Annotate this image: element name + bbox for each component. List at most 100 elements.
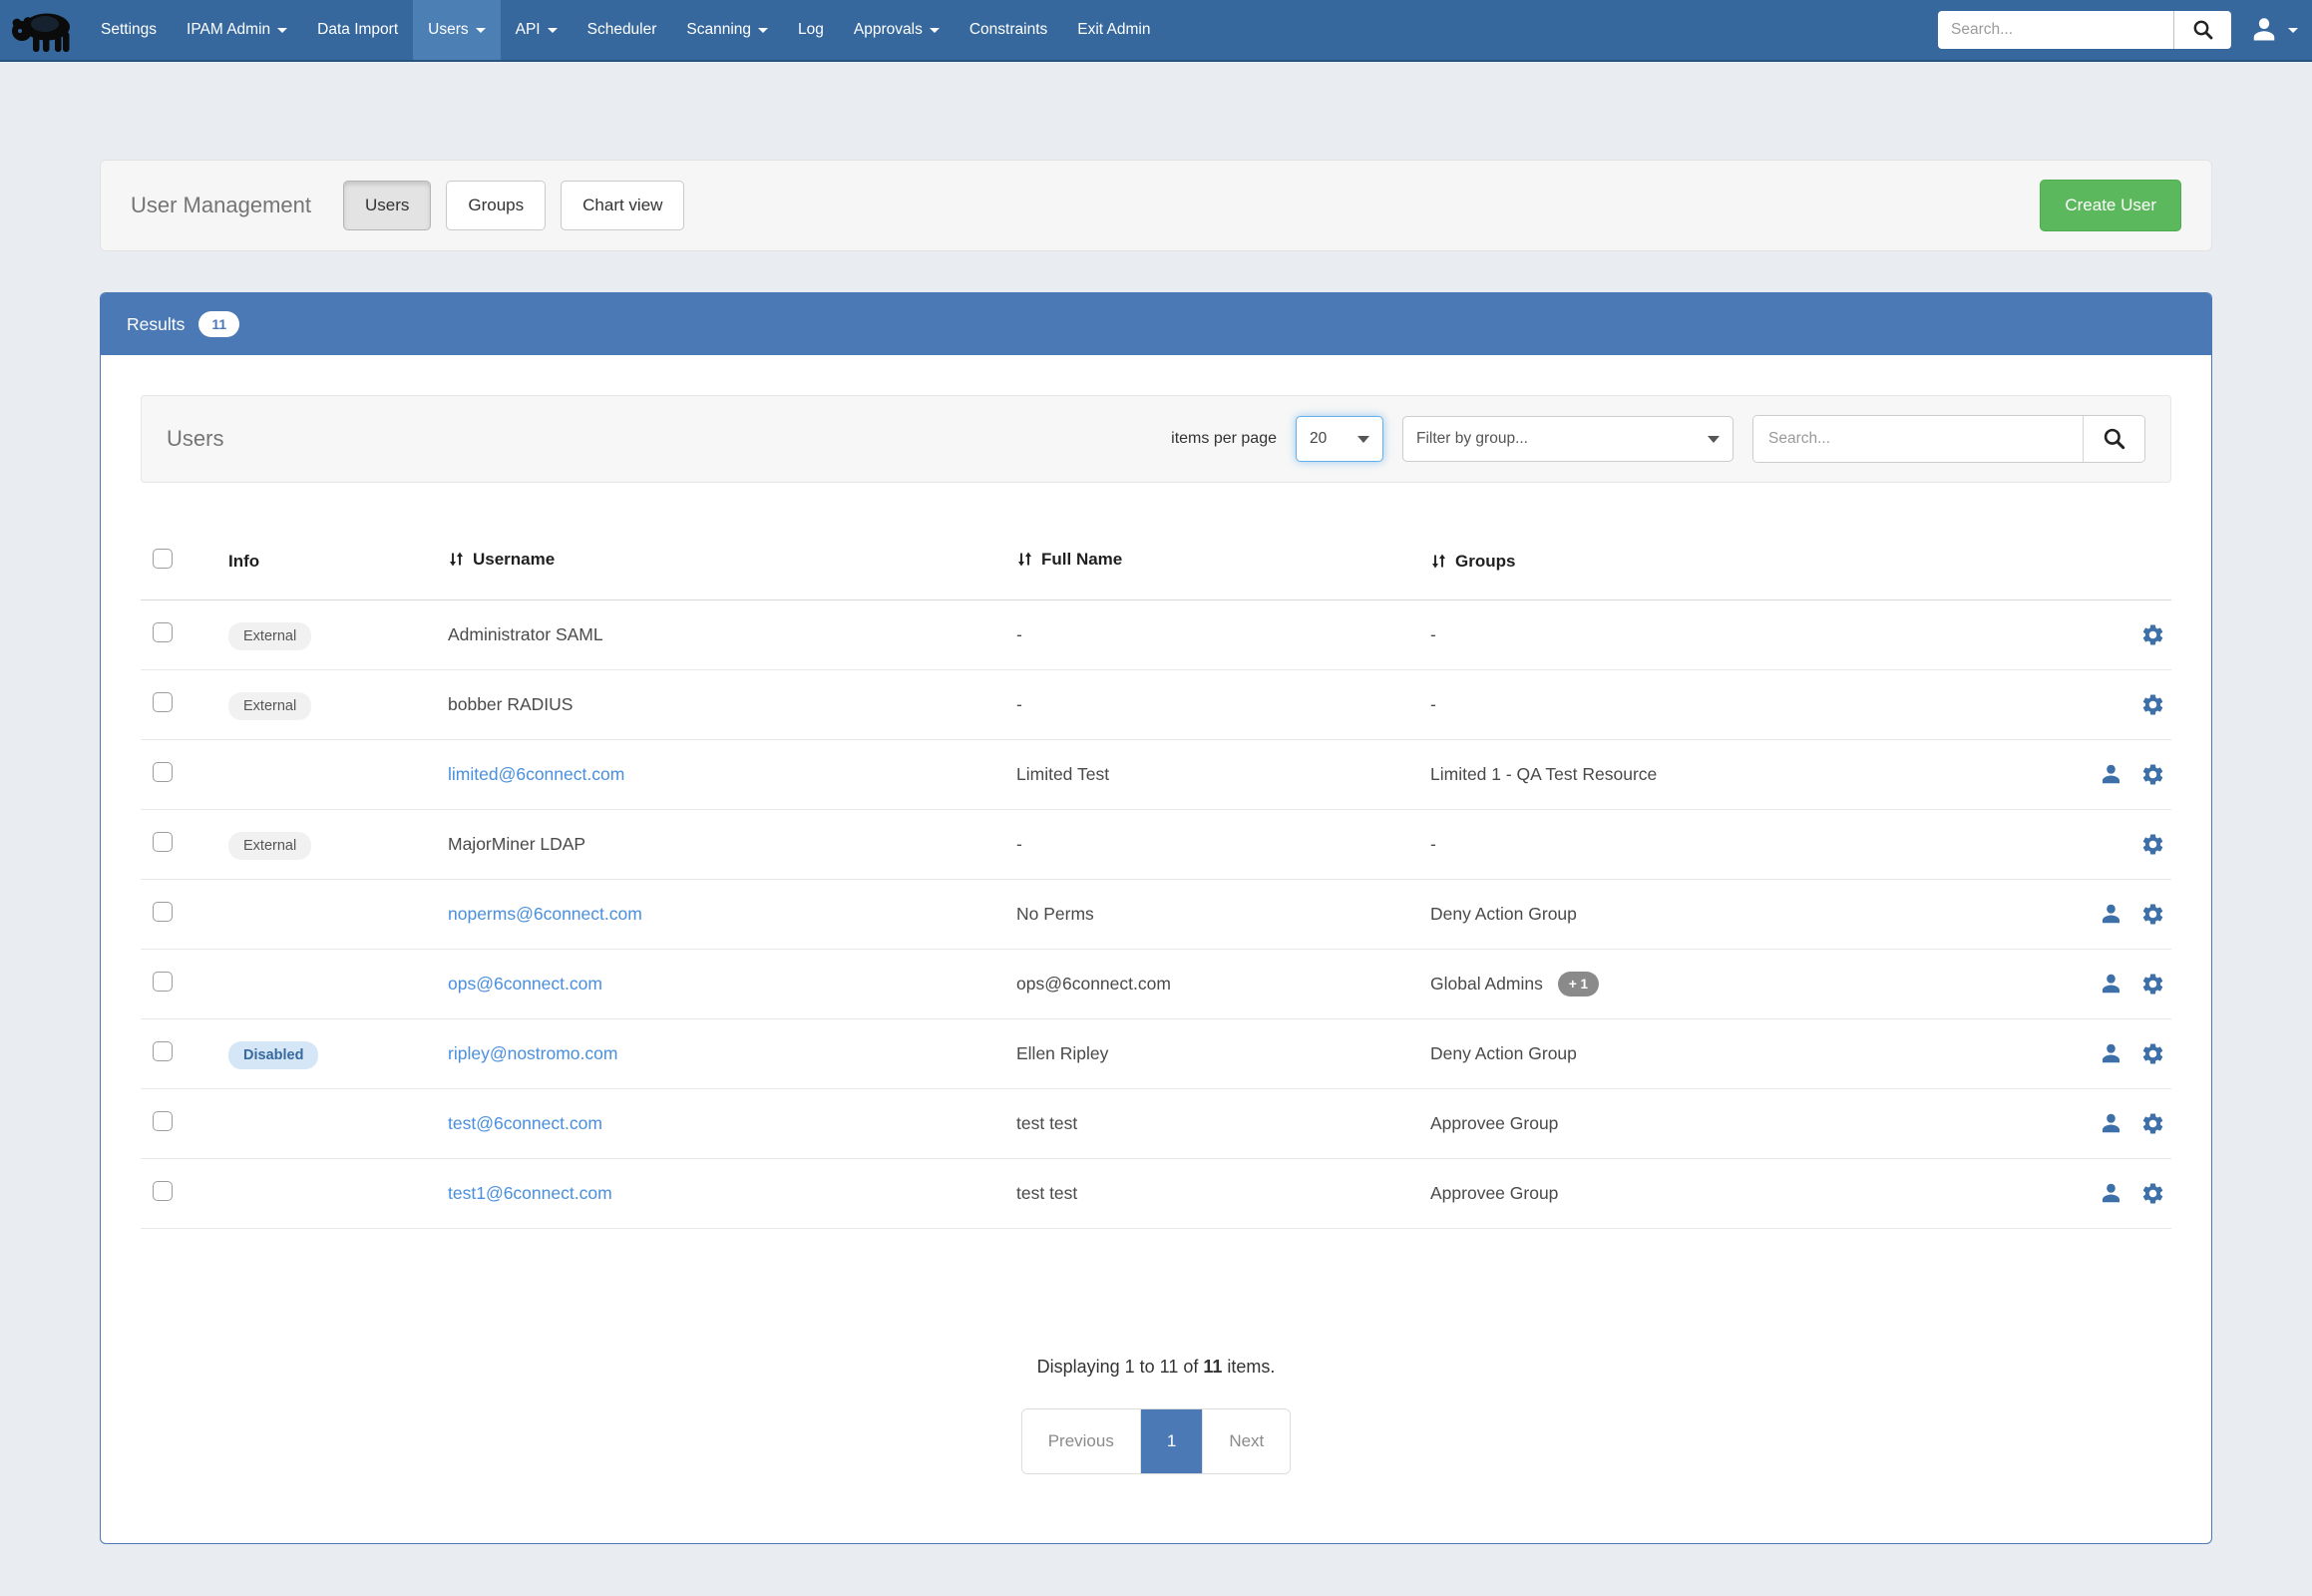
group-name-text: - — [1430, 834, 1436, 855]
row-checkbox[interactable] — [153, 622, 173, 642]
table-row: External MajorMiner LDAP - - — [141, 810, 2171, 880]
chevron-down-icon — [758, 28, 768, 33]
navbar-item-label: API — [516, 21, 541, 39]
username-link[interactable]: test@6connect.com — [448, 1113, 602, 1133]
users-table: Info Username Full Name Groups External … — [141, 529, 2171, 1229]
username-link[interactable]: noperms@6connect.com — [448, 904, 642, 924]
table-search-input[interactable] — [1753, 416, 2083, 462]
column-header-username[interactable]: Username — [448, 550, 555, 570]
user-profile-icon[interactable] — [2099, 1111, 2123, 1136]
navbar-item-label: Users — [428, 21, 468, 39]
navbar-item[interactable]: Approvals — [839, 0, 955, 60]
group-filter-select[interactable]: Filter by group... — [1402, 416, 1734, 462]
username-link[interactable]: bobber RADIUS — [448, 694, 573, 714]
username-link[interactable]: ripley@nostromo.com — [448, 1043, 617, 1063]
gear-icon[interactable] — [2140, 1041, 2165, 1066]
table-header-row: Info Username Full Name Groups — [141, 529, 2171, 600]
group-name-text: Global Admins — [1430, 974, 1543, 995]
navbar-search-button[interactable] — [2173, 11, 2231, 49]
row-checkbox[interactable] — [153, 1041, 173, 1061]
navbar-search — [1938, 11, 2231, 49]
user-icon — [2249, 15, 2279, 45]
search-icon — [2102, 426, 2127, 452]
navbar-item[interactable]: Scanning — [671, 0, 783, 60]
select-all-checkbox[interactable] — [153, 549, 173, 569]
view-tab[interactable]: Users — [343, 181, 431, 230]
table-search-button[interactable] — [2083, 416, 2144, 462]
group-name-text: Deny Action Group — [1430, 1043, 1577, 1064]
sort-icon — [1430, 553, 1447, 570]
table-body: External Administrator SAML - - External… — [141, 600, 2171, 1229]
navbar-item[interactable]: API — [501, 0, 573, 60]
user-profile-icon[interactable] — [2099, 1041, 2123, 1066]
row-checkbox[interactable] — [153, 832, 173, 852]
username-link[interactable]: limited@6connect.com — [448, 764, 624, 784]
navbar-item-label: Scanning — [686, 21, 751, 39]
navbar-item-label: Approvals — [854, 21, 923, 39]
navbar-item[interactable]: Constraints — [955, 0, 1062, 60]
row-checkbox[interactable] — [153, 692, 173, 712]
navbar-item[interactable]: IPAM Admin — [172, 0, 302, 60]
chevron-down-icon — [1357, 436, 1369, 443]
group-name-text: Deny Action Group — [1430, 904, 1577, 925]
row-checkbox[interactable] — [153, 1181, 173, 1201]
pagination: Previous1Next — [1022, 1409, 1291, 1473]
status-badge: External — [228, 832, 311, 860]
navbar-item[interactable]: Scheduler — [573, 0, 672, 60]
create-user-button[interactable]: Create User — [2040, 180, 2181, 231]
table-row: External Administrator SAML - - — [141, 600, 2171, 670]
navbar-item[interactable]: Log — [783, 0, 839, 60]
navbar-search-input[interactable] — [1938, 11, 2173, 49]
column-header-full-name[interactable]: Full Name — [1016, 550, 1122, 570]
username-link[interactable]: test1@6connect.com — [448, 1183, 612, 1203]
navbar-item[interactable]: Settings — [86, 0, 172, 60]
row-checkbox[interactable] — [153, 1111, 173, 1131]
user-profile-icon[interactable] — [2099, 902, 2123, 927]
navbar-item[interactable]: Exit Admin — [1062, 0, 1165, 60]
gear-icon[interactable] — [2140, 832, 2165, 857]
results-panel-header: Results 11 — [101, 293, 2211, 355]
group-name-text: - — [1430, 694, 1436, 715]
gear-icon[interactable] — [2140, 972, 2165, 997]
gear-icon[interactable] — [2140, 1181, 2165, 1206]
table-row: noperms@6connect.com No Perms Deny Actio… — [141, 880, 2171, 950]
user-profile-icon[interactable] — [2099, 972, 2123, 997]
items-per-page-select[interactable]: 20 — [1296, 416, 1383, 462]
pagination-button[interactable]: Next — [1203, 1409, 1290, 1473]
gear-icon[interactable] — [2140, 622, 2165, 647]
navbar-item-label: Exit Admin — [1077, 21, 1150, 39]
pagination-button[interactable]: 1 — [1141, 1409, 1203, 1473]
full-name-text: test test — [1016, 1113, 1077, 1133]
navbar-item-label: IPAM Admin — [187, 21, 270, 39]
navbar-item-label: Data Import — [317, 21, 398, 39]
gear-icon[interactable] — [2140, 692, 2165, 717]
user-profile-icon[interactable] — [2099, 1181, 2123, 1206]
user-account-menu[interactable] — [2249, 15, 2298, 45]
navbar-item[interactable]: Data Import — [302, 0, 413, 60]
row-checkbox[interactable] — [153, 902, 173, 922]
user-profile-icon[interactable] — [2099, 762, 2123, 787]
app-logo[interactable] — [0, 0, 86, 60]
status-badge: Disabled — [228, 1041, 318, 1069]
column-header-groups[interactable]: Groups — [1430, 552, 1515, 572]
full-name-text: test test — [1016, 1183, 1077, 1203]
gear-icon[interactable] — [2140, 902, 2165, 927]
group-name-text: Approvee Group — [1430, 1183, 1558, 1204]
navbar-item-label: Settings — [101, 21, 157, 39]
chevron-down-icon — [1708, 436, 1720, 443]
pagination-button[interactable]: Previous — [1022, 1409, 1141, 1473]
gear-icon[interactable] — [2140, 1111, 2165, 1136]
group-name-text: Limited 1 - QA Test Resource — [1430, 764, 1657, 785]
row-checkbox[interactable] — [153, 972, 173, 992]
username-link[interactable]: Administrator SAML — [448, 624, 603, 644]
view-tab[interactable]: Chart view — [561, 181, 684, 230]
table-row: ops@6connect.com ops@6connect.com Global… — [141, 950, 2171, 1019]
username-link[interactable]: MajorMiner LDAP — [448, 834, 585, 854]
results-title: Results — [127, 314, 185, 335]
view-tab[interactable]: Groups — [446, 181, 546, 230]
username-link[interactable]: ops@6connect.com — [448, 974, 602, 994]
gear-icon[interactable] — [2140, 762, 2165, 787]
navbar-item[interactable]: Users — [413, 0, 500, 60]
row-checkbox[interactable] — [153, 762, 173, 782]
navbar-item-label: Log — [798, 21, 824, 39]
